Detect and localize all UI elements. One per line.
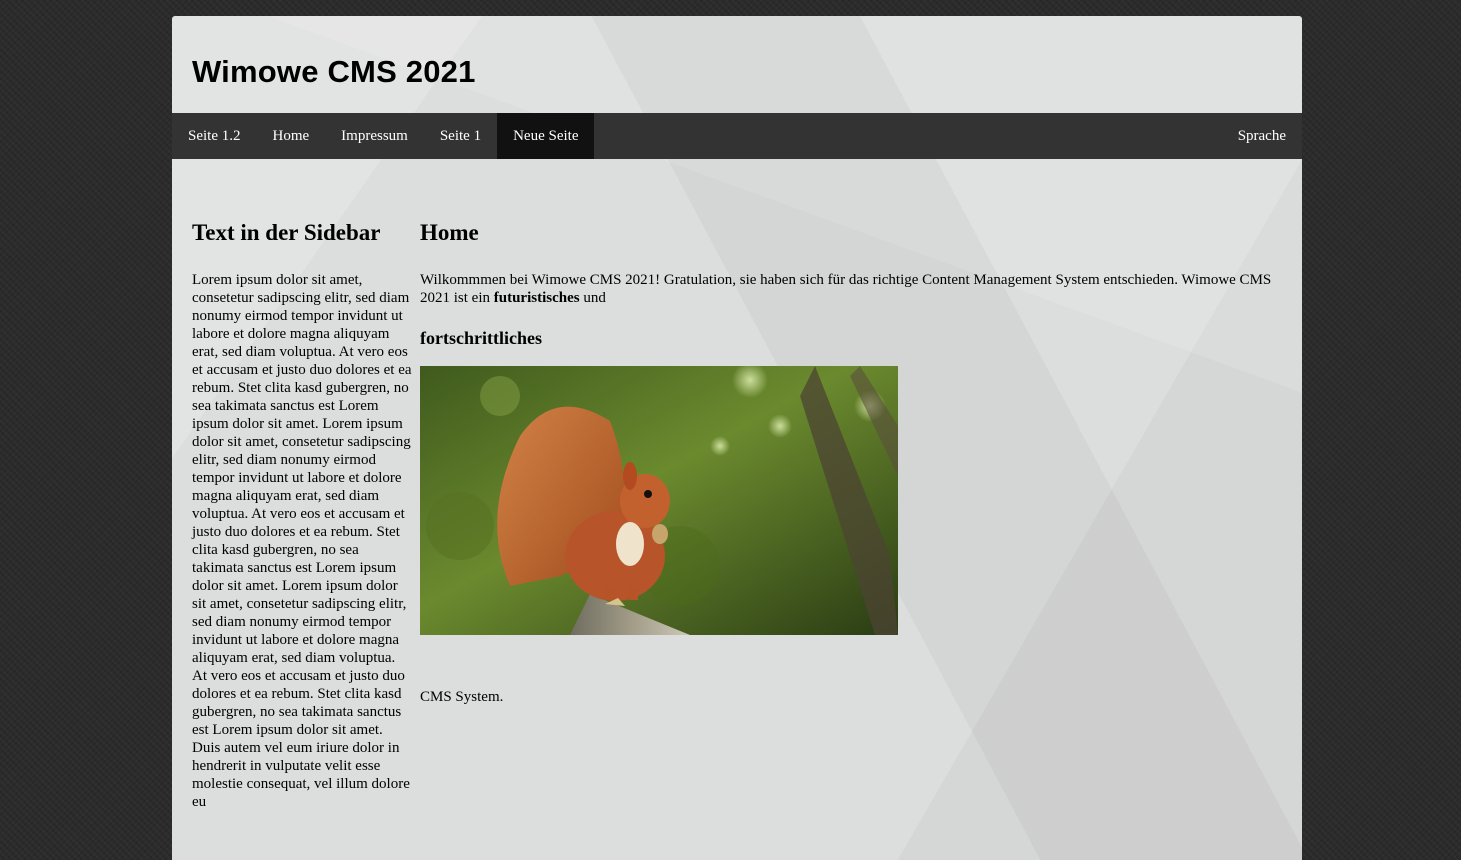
page-title: Home	[420, 220, 479, 245]
squirrel-photo	[420, 366, 898, 635]
main-content: Home Wilkommmen bei Wimowe CMS 2021! Gra…	[420, 219, 1280, 706]
subheading: fortschrittliches	[420, 328, 542, 348]
closing-text: CMS System.	[420, 689, 504, 705]
content-area: Text in der Sidebar Lorem ipsum dolor si…	[172, 159, 1302, 860]
intro-bold-text: futuristisches	[493, 290, 580, 306]
intro-paragraph: Wilkommmen bei Wimowe CMS 2021! Gratulat…	[420, 271, 1280, 307]
site-header: Wimowe CMS 2021	[172, 16, 1302, 113]
page-container: Wimowe CMS 2021 Seite 1.2 Home Impressum…	[172, 16, 1302, 860]
nav-item-seite-1[interactable]: Seite 1	[424, 113, 497, 159]
site-title[interactable]: Wimowe CMS 2021	[192, 53, 476, 91]
main-navigation: Seite 1.2 Home Impressum Seite 1 Neue Se…	[172, 113, 1302, 159]
nav-item-home[interactable]: Home	[257, 113, 326, 159]
nav-item-impressum[interactable]: Impressum	[325, 113, 424, 159]
nav-item-neue-seite[interactable]: Neue Seite	[497, 113, 595, 159]
nav-item-seite-1-2[interactable]: Seite 1.2	[172, 113, 257, 159]
sidebar-text: Lorem ipsum dolor sit amet, consetetur s…	[192, 272, 412, 810]
sidebar: Text in der Sidebar Lorem ipsum dolor si…	[192, 219, 412, 811]
sidebar-heading: Text in der Sidebar	[192, 220, 381, 245]
language-menu[interactable]: Sprache	[1222, 113, 1302, 159]
intro-end-text: und	[579, 290, 606, 306]
